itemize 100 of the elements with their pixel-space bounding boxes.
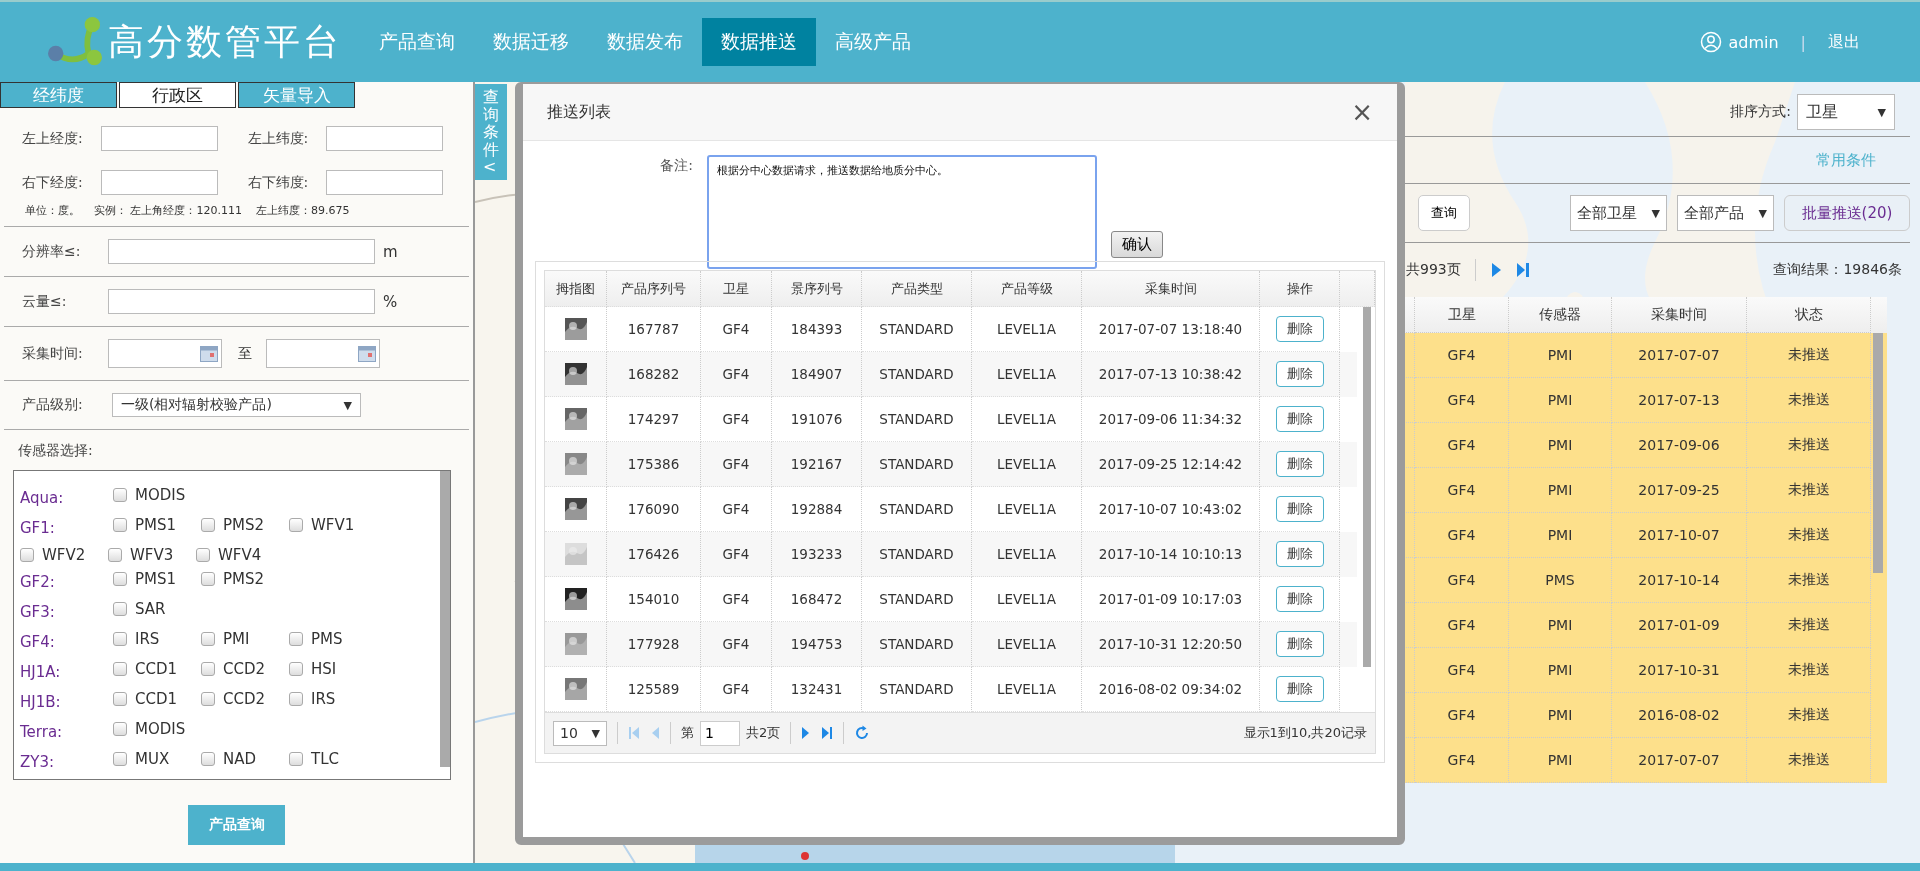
input-field[interactable] <box>108 239 375 264</box>
user-icon <box>1700 31 1723 53</box>
panel-tab[interactable]: 行政区 <box>119 82 236 108</box>
delete-button[interactable]: 删除 <box>1275 316 1324 342</box>
checkbox[interactable] <box>289 692 303 706</box>
delete-button[interactable]: 删除 <box>1275 631 1324 657</box>
checkbox[interactable] <box>201 662 215 676</box>
hint-text: 实例： 左上角经度：120.111 <box>94 203 242 218</box>
sensor-label: CCD1 <box>135 690 178 708</box>
page-count: 共993页 <box>1406 261 1461 279</box>
field-label: 产品级别: <box>22 396 84 414</box>
field-label: 采集时间: <box>22 344 84 363</box>
checkbox[interactable] <box>113 692 127 706</box>
checkbox[interactable] <box>289 518 303 532</box>
scrollbar[interactable] <box>1873 333 1883 573</box>
checkbox[interactable] <box>113 722 127 736</box>
sensor-label: PMS <box>311 630 343 648</box>
query-button[interactable]: 查询 <box>1418 195 1470 231</box>
satellite-label: ZY3: <box>20 752 56 773</box>
input-field[interactable] <box>326 170 444 195</box>
record-summary: 显示1到10,共20记录 <box>1243 724 1367 742</box>
input-field[interactable] <box>100 126 218 151</box>
delete-button[interactable]: 删除 <box>1275 451 1324 477</box>
checkbox[interactable] <box>20 548 34 562</box>
satellite-label: GF2: <box>20 572 56 593</box>
checkbox[interactable] <box>113 662 127 676</box>
product-select[interactable]: 全部产品 ▼ <box>1677 195 1774 231</box>
next-page-icon[interactable] <box>1489 262 1502 278</box>
range-text: 至 <box>238 344 252 363</box>
satellite-label: GF4: <box>20 632 56 653</box>
satellite-label: HJ1B: <box>20 692 62 713</box>
sort-label: 排序方式: <box>1730 103 1791 121</box>
sensor-label: NAD <box>223 750 257 768</box>
satellite-label: Aqua: <box>20 488 65 509</box>
checkbox[interactable] <box>201 752 215 766</box>
sort-select[interactable]: 卫星 ▼ <box>1797 94 1895 130</box>
sensor-label: WFV1 <box>311 516 355 534</box>
sensor-label: PMS2 <box>223 516 265 534</box>
input-field[interactable] <box>326 126 444 151</box>
field-label: 右下纬度: <box>247 173 309 192</box>
result-count: 查询结果：19846条 <box>1773 261 1902 279</box>
checkbox[interactable] <box>201 572 215 586</box>
field-label: 左上纬度: <box>247 129 309 148</box>
satellite-label: Terra: <box>20 722 64 743</box>
checkbox[interactable] <box>113 752 127 766</box>
checkbox[interactable] <box>113 488 127 502</box>
sensor-label: WFV3 <box>130 546 174 564</box>
checkbox[interactable] <box>196 548 210 562</box>
sensor-label: PMS1 <box>135 570 177 588</box>
level-select[interactable]: 一级(相对辐射校验产品) ▼ <box>112 393 361 417</box>
calendar-icon <box>358 345 376 362</box>
satellite-label: HJ1A: <box>20 662 62 683</box>
sensor-label: SAR <box>135 600 166 618</box>
sensor-label: MUX <box>135 750 170 768</box>
sensor-label: CCD1 <box>135 660 178 678</box>
delete-button[interactable]: 删除 <box>1275 676 1324 702</box>
checkbox[interactable] <box>289 752 303 766</box>
nav-tab[interactable]: 数据推送 <box>702 18 816 66</box>
field-label: 云量≤: <box>22 292 68 311</box>
unit-text: m <box>383 242 398 261</box>
sensor-label: PMS2 <box>223 570 265 588</box>
delete-button[interactable]: 删除 <box>1275 406 1324 432</box>
checkbox[interactable] <box>113 632 127 646</box>
table-cell: 未推送 <box>1747 738 1871 783</box>
input-field[interactable] <box>108 289 375 314</box>
unit-text: % <box>383 292 398 311</box>
table-cell: 2017-07-07 <box>1612 738 1747 783</box>
checkbox[interactable] <box>113 518 127 532</box>
satellite-select[interactable]: 全部卫星 ▼ <box>1570 195 1667 231</box>
checkbox[interactable] <box>201 518 215 532</box>
sensor-label: IRS <box>135 630 160 648</box>
delete-button[interactable]: 删除 <box>1275 496 1324 522</box>
date-field[interactable] <box>108 339 222 368</box>
date-field[interactable] <box>266 339 380 368</box>
delete-button[interactable]: 删除 <box>1275 361 1324 387</box>
scrollbar[interactable] <box>440 471 450 767</box>
hint-text: 单位：度。 <box>25 203 80 218</box>
hint-text: 左上纬度：89.675 <box>256 203 350 218</box>
sensor-label: CCD2 <box>223 660 266 678</box>
field-label: 分辨率≤: <box>22 242 82 261</box>
input-field[interactable] <box>100 170 218 195</box>
batch-push-button[interactable]: 批量推送(20) <box>1784 195 1910 231</box>
last-page-icon[interactable] <box>1515 262 1530 278</box>
satellite-label: GF1: <box>20 518 56 539</box>
sensor-label: PMI <box>223 630 250 648</box>
checkbox[interactable] <box>108 548 122 562</box>
checkbox[interactable] <box>201 692 215 706</box>
sensor-label: TLC <box>311 750 339 768</box>
delete-button[interactable]: 删除 <box>1275 586 1324 612</box>
sensor-label: MODIS <box>135 486 186 504</box>
sensor-label: PMS1 <box>135 516 177 534</box>
checkbox[interactable] <box>113 602 127 616</box>
table-cell: PMI <box>1509 738 1612 783</box>
close-button[interactable]: × <box>1347 97 1377 127</box>
checkbox[interactable] <box>289 632 303 646</box>
checkbox[interactable] <box>113 572 127 586</box>
checkbox[interactable] <box>289 662 303 676</box>
checkbox[interactable] <box>201 632 215 646</box>
delete-button[interactable]: 删除 <box>1275 541 1324 567</box>
sensor-label: CCD2 <box>223 690 266 708</box>
